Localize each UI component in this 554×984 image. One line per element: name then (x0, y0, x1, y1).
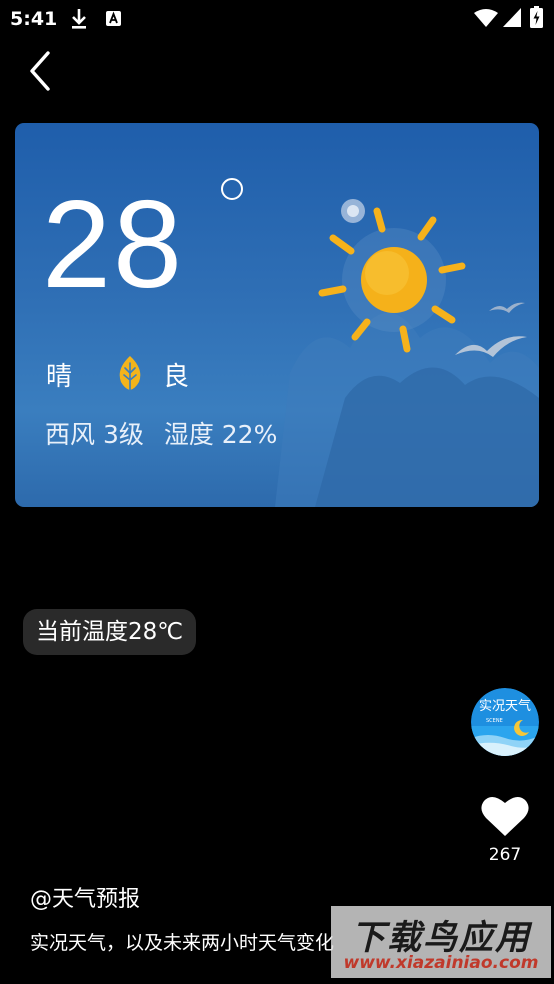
a-notification-icon (106, 11, 121, 26)
wifi-icon (474, 9, 498, 27)
degree-symbol (221, 178, 243, 200)
watermark-text: 下载鸟应用 (351, 918, 531, 958)
watermark: 下载鸟应用 www.xiazainiao.com (331, 906, 551, 978)
signal-icon (503, 8, 521, 27)
humidity-info: 湿度 22% (163, 420, 278, 449)
avatar-title: 实况天气 (479, 698, 531, 714)
avatar-subtitle: SCENE (486, 718, 503, 724)
like-count: 267 (488, 845, 522, 865)
download-icon (72, 9, 86, 29)
back-button[interactable] (22, 50, 62, 92)
current-temperature-pill[interactable]: 当前温度28℃ (23, 609, 197, 655)
status-time: 5:41 (10, 8, 58, 30)
author-avatar[interactable]: 实况天气 SCENE (471, 688, 539, 756)
heart-icon[interactable] (480, 792, 530, 838)
battery-charging-icon (530, 6, 543, 28)
wind-info: 西风 3级 (45, 420, 144, 449)
post-description: 实况天气，以及未来两小时天气变化 (30, 932, 335, 954)
weather-condition: 晴 (46, 362, 73, 392)
watermark-url: www.xiazainiao.com (343, 953, 539, 973)
author-name[interactable]: @天气预报 (30, 881, 140, 913)
wind-humidity-row: 西风 3级 湿度 22% (45, 415, 289, 451)
weather-card[interactable]: 28 晴 良 西风 3级 湿度 22% (15, 123, 539, 507)
leaf-icon (119, 356, 141, 393)
air-quality-label: 良 (163, 362, 190, 392)
temperature-value: 28 (42, 176, 184, 314)
